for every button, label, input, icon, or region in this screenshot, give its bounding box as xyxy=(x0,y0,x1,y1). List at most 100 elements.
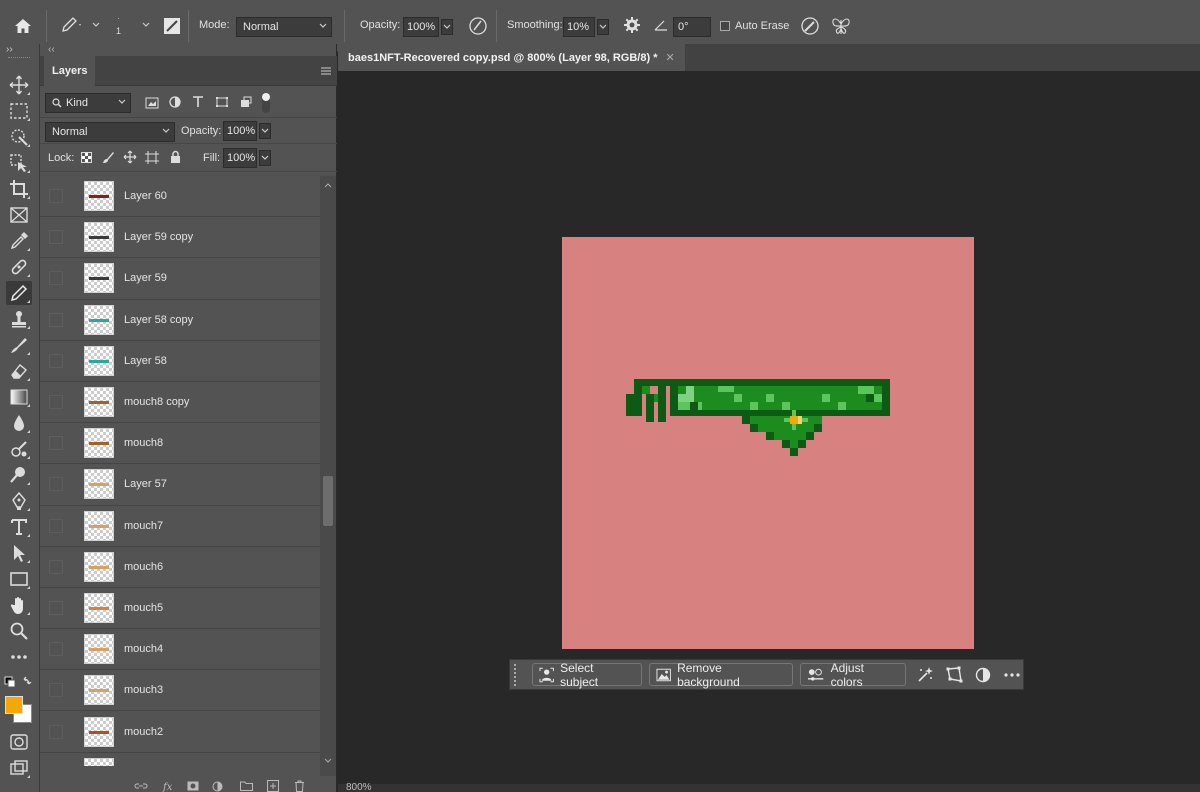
new-group-icon[interactable] xyxy=(240,781,253,791)
pen-tool-icon[interactable] xyxy=(6,489,32,513)
layer-visibility-toggle[interactable] xyxy=(49,642,63,657)
collapse-panel-icon[interactable]: ‹‹ xyxy=(48,44,55,55)
layer-visibility-toggle[interactable] xyxy=(49,353,63,368)
scroll-up-icon[interactable] xyxy=(324,182,332,188)
lock-all-icon[interactable] xyxy=(170,150,181,163)
generative-fill-icon[interactable] xyxy=(914,664,935,686)
lock-artboard-icon[interactable] xyxy=(145,151,159,164)
layer-visibility-toggle[interactable] xyxy=(49,189,63,204)
new-adjustment-layer-icon[interactable] xyxy=(212,781,223,792)
path-selection-tool-icon[interactable] xyxy=(6,541,32,565)
opacity-input[interactable]: 100% xyxy=(403,17,439,37)
task-bar-drag-handle[interactable] xyxy=(514,663,522,686)
layer-row[interactable]: mouch8 copy xyxy=(40,382,321,424)
rectangle-tool-icon[interactable] xyxy=(6,567,32,591)
filter-adjustment-icon[interactable] xyxy=(169,96,181,108)
smoothing-input[interactable]: 10% xyxy=(563,17,595,37)
layer-row[interactable]: mouch8 xyxy=(40,423,321,465)
layer-row[interactable]: Layer 58 xyxy=(40,341,321,382)
zoom-tool-icon[interactable] xyxy=(6,619,32,643)
hand-tool-icon[interactable] xyxy=(6,593,32,617)
lock-image-pixels-icon[interactable] xyxy=(102,151,115,164)
transform-icon[interactable] xyxy=(944,664,965,686)
mode-select[interactable]: Normal xyxy=(236,17,332,37)
delete-layer-icon[interactable] xyxy=(294,780,305,792)
clone-stamp-tool-icon[interactable] xyxy=(6,307,32,331)
layer-visibility-toggle[interactable] xyxy=(49,230,63,245)
default-colors-icon[interactable] xyxy=(4,673,34,693)
foreground-color-swatch[interactable] xyxy=(5,696,23,714)
layer-visibility-toggle[interactable] xyxy=(49,600,63,615)
screen-mode-icon[interactable] xyxy=(6,756,32,780)
lock-position-icon[interactable] xyxy=(123,150,137,164)
auto-erase-checkbox[interactable]: Auto Erase xyxy=(720,20,789,32)
layer-visibility-toggle[interactable] xyxy=(49,395,63,410)
fill-input[interactable]: 100% xyxy=(223,148,257,168)
scroll-down-icon[interactable] xyxy=(324,758,332,764)
tab-layers[interactable]: Layers xyxy=(44,56,96,86)
layer-row[interactable]: Layer 59 copy xyxy=(40,217,321,259)
history-brush-tool-icon[interactable] xyxy=(6,333,32,357)
zoom-burn-tool-icon[interactable] xyxy=(6,463,32,487)
home-icon[interactable] xyxy=(10,13,36,39)
crop-tool-icon[interactable] xyxy=(6,177,32,201)
zoom-level[interactable]: 800% xyxy=(346,782,372,792)
filter-kind-select[interactable]: Kind xyxy=(45,93,131,113)
layer-row[interactable]: mouch3 xyxy=(40,670,321,712)
pressure-size-icon[interactable] xyxy=(800,16,820,36)
layer-row[interactable]: mouch6 xyxy=(40,547,321,588)
more-options-icon[interactable] xyxy=(1002,664,1023,686)
dodge-tool-icon[interactable] xyxy=(6,437,32,461)
object-select-tool-icon[interactable] xyxy=(6,151,32,175)
move-tool-icon[interactable] xyxy=(6,73,32,97)
layer-opacity-slider-toggle[interactable] xyxy=(259,123,271,139)
layer-row[interactable]: mouch1 xyxy=(40,753,321,766)
brush-settings-panel-icon[interactable] xyxy=(163,17,181,35)
layer-visibility-toggle[interactable] xyxy=(49,477,63,492)
chevron-down-icon[interactable] xyxy=(92,22,100,28)
link-layers-icon[interactable] xyxy=(134,781,148,791)
more-tools-icon[interactable] xyxy=(6,645,32,669)
blur-tool-icon[interactable] xyxy=(6,411,32,435)
layer-visibility-toggle[interactable] xyxy=(49,312,63,327)
marquee-tool-icon[interactable] xyxy=(6,99,32,123)
layer-row[interactable]: Layer 60 xyxy=(40,176,321,218)
new-layer-icon[interactable] xyxy=(267,780,279,792)
gradient-tool-icon[interactable] xyxy=(6,385,32,409)
filter-pixel-icon[interactable] xyxy=(145,97,159,109)
fill-slider-toggle[interactable] xyxy=(259,150,271,166)
smoothing-slider-toggle[interactable] xyxy=(597,19,609,35)
layer-opacity-input[interactable]: 100% xyxy=(223,121,257,141)
eyedropper-tool-icon[interactable] xyxy=(6,229,32,253)
pencil-tool-preset-icon[interactable] xyxy=(60,16,82,34)
filter-toggle-switch[interactable] xyxy=(262,93,270,113)
healing-brush-tool-icon[interactable] xyxy=(6,255,32,279)
lock-transparent-pixels-icon[interactable] xyxy=(81,152,92,163)
quick-mask-icon[interactable] xyxy=(6,730,32,754)
pressure-opacity-icon[interactable] xyxy=(468,16,488,36)
object-selection-tool-icon[interactable] xyxy=(6,125,32,149)
pencil-tool-icon[interactable] xyxy=(6,281,32,305)
layer-visibility-toggle[interactable] xyxy=(49,559,63,574)
layer-row[interactable]: mouch7 xyxy=(40,506,321,547)
layer-visibility-toggle[interactable] xyxy=(49,724,63,739)
brush-size-chevron-icon[interactable] xyxy=(142,22,150,28)
symmetry-butterfly-icon[interactable] xyxy=(830,15,852,37)
layer-visibility-toggle[interactable] xyxy=(49,436,63,451)
type-tool-icon[interactable] xyxy=(6,515,32,539)
close-icon[interactable]: ✕ xyxy=(665,51,674,64)
frame-tool-icon[interactable] xyxy=(6,203,32,227)
eraser-tool-icon[interactable] xyxy=(6,359,32,383)
layer-row[interactable]: mouch5 xyxy=(40,588,321,630)
brush-size-picker[interactable]: · 1 xyxy=(116,14,121,36)
layer-row[interactable]: mouch4 xyxy=(40,629,321,671)
layers-scrollbar[interactable] xyxy=(320,176,336,776)
remove-background-button[interactable]: Remove background xyxy=(648,661,794,689)
angle-input[interactable]: 0° xyxy=(673,17,711,37)
layer-row[interactable]: Layer 59 xyxy=(40,258,321,300)
layers-scroll-thumb[interactable] xyxy=(323,476,333,526)
layer-row[interactable]: mouch2 xyxy=(40,711,321,753)
adjustment-icon[interactable] xyxy=(973,664,994,686)
filter-shape-icon[interactable] xyxy=(215,96,229,108)
filter-smart-object-icon[interactable] xyxy=(240,96,252,108)
